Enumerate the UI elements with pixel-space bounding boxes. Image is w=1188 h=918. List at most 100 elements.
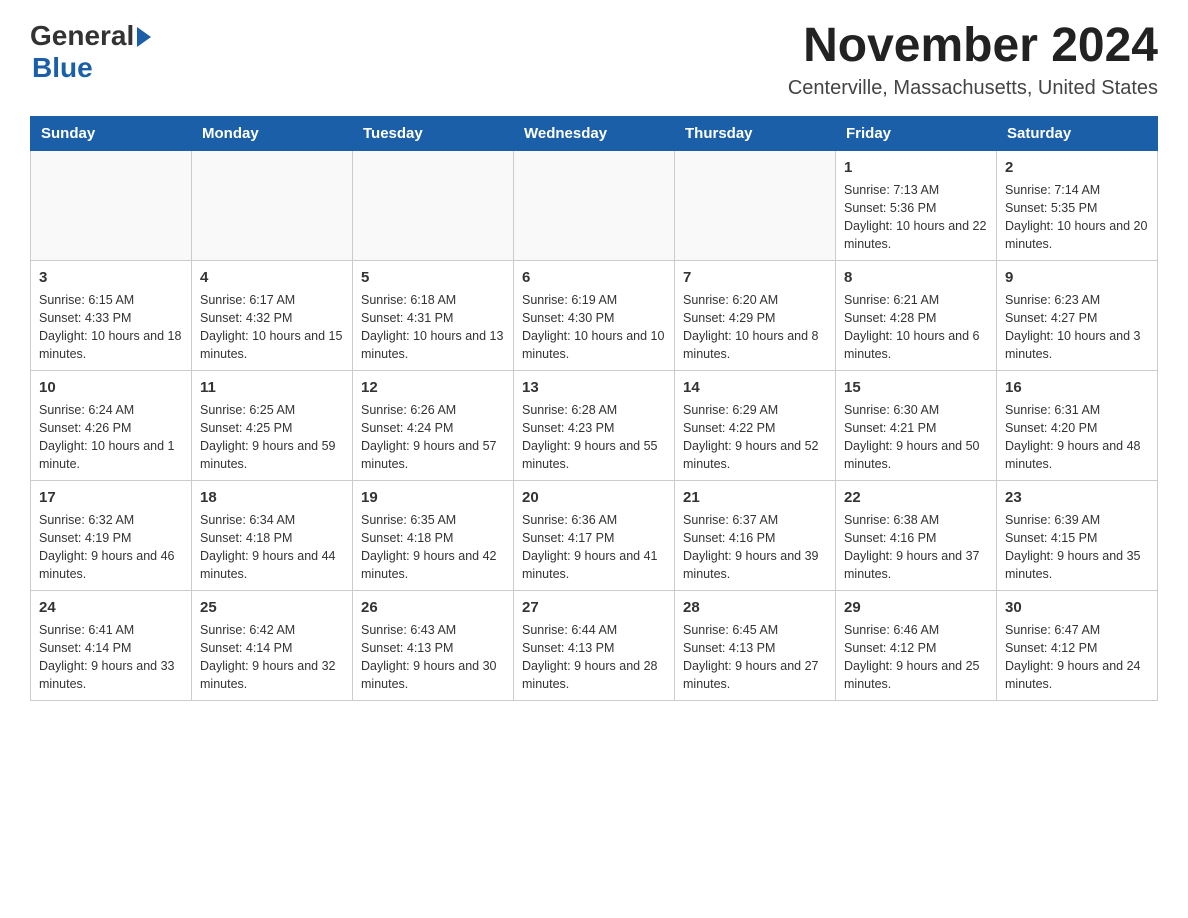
day-info: Sunrise: 7:13 AM Sunset: 5:36 PM Dayligh… [844, 181, 988, 254]
week-row-3: 17Sunrise: 6:32 AM Sunset: 4:19 PM Dayli… [31, 480, 1158, 590]
day-info: Sunrise: 6:25 AM Sunset: 4:25 PM Dayligh… [200, 401, 344, 474]
calendar-cell [31, 150, 192, 260]
calendar-cell: 21 Sunrise: 6:37 AM Sunset: 4:16 PM Dayli… [675, 480, 836, 590]
day-info: Sunrise: 6:38 AM Sunset: 4:16 PM Dayligh… [844, 511, 988, 584]
calendar-subtitle: Centerville, Massachusetts, United State… [788, 77, 1158, 100]
week-row-2: 10 Sunrise: 6:24 AM Sunset: 4:26 PM Dayli… [31, 370, 1158, 480]
calendar-cell: 25 Sunrise: 6:42 AM Sunset: 4:14 PM Dayli… [192, 590, 353, 700]
logo-blue: Blue [32, 52, 93, 84]
weekday-header-row: Sunday Monday Tuesday Wednesday Thursday… [31, 116, 1158, 150]
day-info: Sunrise: 6:42 AM Sunset: 4:14 PM Dayligh… [200, 621, 344, 694]
week-row-4: 24 Sunrise: 6:41 AM Sunset: 4:14 PM Dayli… [31, 590, 1158, 700]
day-info: Sunrise: 6:47 AM Sunset: 4:12 PM Dayligh… [1005, 621, 1149, 694]
day-number: 15 [844, 377, 988, 398]
day-number: 25 [200, 597, 344, 618]
day-info: Sunrise: 6:18 AM Sunset: 4:31 PM Dayligh… [361, 291, 505, 364]
calendar-cell: 17Sunrise: 6:32 AM Sunset: 4:19 PM Dayli… [31, 480, 192, 590]
calendar-cell [514, 150, 675, 260]
day-info: Sunrise: 6:21 AM Sunset: 4:28 PM Dayligh… [844, 291, 988, 364]
day-number: 28 [683, 597, 827, 618]
calendar-cell: 28 Sunrise: 6:45 AM Sunset: 4:13 PM Dayli… [675, 590, 836, 700]
day-number: 4 [200, 267, 344, 288]
day-number: 3 [39, 267, 183, 288]
day-number: 19 [361, 487, 505, 508]
calendar-cell: 14 Sunrise: 6:29 AM Sunset: 4:22 PM Dayli… [675, 370, 836, 480]
day-info: Sunrise: 6:15 AM Sunset: 4:33 PM Dayligh… [39, 291, 183, 364]
day-number: 11 [200, 377, 344, 398]
day-number: 27 [522, 597, 666, 618]
calendar-cell: 24 Sunrise: 6:41 AM Sunset: 4:14 PM Dayli… [31, 590, 192, 700]
day-info: Sunrise: 6:20 AM Sunset: 4:29 PM Dayligh… [683, 291, 827, 364]
calendar-cell: 30 Sunrise: 6:47 AM Sunset: 4:12 PM Dayli… [997, 590, 1158, 700]
day-info: Sunrise: 6:26 AM Sunset: 4:24 PM Dayligh… [361, 401, 505, 474]
calendar-cell: 4 Sunrise: 6:17 AM Sunset: 4:32 PM Daylig… [192, 260, 353, 370]
calendar-cell: 23 Sunrise: 6:39 AM Sunset: 4:15 PM Dayli… [997, 480, 1158, 590]
calendar-title: November 2024 [788, 20, 1158, 73]
calendar-cell: 1 Sunrise: 7:13 AM Sunset: 5:36 PM Daylig… [836, 150, 997, 260]
logo: General Blue [30, 20, 151, 84]
day-number: 18 [200, 487, 344, 508]
calendar-cell: 27Sunrise: 6:44 AM Sunset: 4:13 PM Dayli… [514, 590, 675, 700]
calendar-cell [675, 150, 836, 260]
day-info: Sunrise: 6:34 AM Sunset: 4:18 PM Dayligh… [200, 511, 344, 584]
day-info: Sunrise: 6:37 AM Sunset: 4:16 PM Dayligh… [683, 511, 827, 584]
day-number: 16 [1005, 377, 1149, 398]
header-wednesday: Wednesday [514, 116, 675, 150]
header-thursday: Thursday [675, 116, 836, 150]
logo-general: General [30, 20, 134, 52]
day-info: Sunrise: 6:46 AM Sunset: 4:12 PM Dayligh… [844, 621, 988, 694]
day-number: 22 [844, 487, 988, 508]
day-number: 7 [683, 267, 827, 288]
calendar-cell: 9 Sunrise: 6:23 AM Sunset: 4:27 PM Daylig… [997, 260, 1158, 370]
day-number: 1 [844, 157, 988, 178]
calendar-cell: 12Sunrise: 6:26 AM Sunset: 4:24 PM Dayli… [353, 370, 514, 480]
day-info: Sunrise: 6:31 AM Sunset: 4:20 PM Dayligh… [1005, 401, 1149, 474]
header-sunday: Sunday [31, 116, 192, 150]
calendar-cell: 10 Sunrise: 6:24 AM Sunset: 4:26 PM Dayli… [31, 370, 192, 480]
calendar-cell: 20Sunrise: 6:36 AM Sunset: 4:17 PM Dayli… [514, 480, 675, 590]
calendar-cell: 11 Sunrise: 6:25 AM Sunset: 4:25 PM Dayli… [192, 370, 353, 480]
calendar-cell: 29Sunrise: 6:46 AM Sunset: 4:12 PM Dayli… [836, 590, 997, 700]
calendar-cell: 26Sunrise: 6:43 AM Sunset: 4:13 PM Dayli… [353, 590, 514, 700]
calendar-cell: 2Sunrise: 7:14 AM Sunset: 5:35 PM Daylig… [997, 150, 1158, 260]
header-saturday: Saturday [997, 116, 1158, 150]
day-info: Sunrise: 6:17 AM Sunset: 4:32 PM Dayligh… [200, 291, 344, 364]
calendar-cell: 13 Sunrise: 6:28 AM Sunset: 4:23 PM Dayli… [514, 370, 675, 480]
day-number: 14 [683, 377, 827, 398]
header-friday: Friday [836, 116, 997, 150]
calendar-cell: 5 Sunrise: 6:18 AM Sunset: 4:31 PM Daylig… [353, 260, 514, 370]
calendar-table: Sunday Monday Tuesday Wednesday Thursday… [30, 116, 1158, 701]
calendar-cell: 15Sunrise: 6:30 AM Sunset: 4:21 PM Dayli… [836, 370, 997, 480]
day-number: 13 [522, 377, 666, 398]
calendar-cell: 3 Sunrise: 6:15 AM Sunset: 4:33 PM Daylig… [31, 260, 192, 370]
day-info: Sunrise: 6:32 AM Sunset: 4:19 PM Dayligh… [39, 511, 183, 584]
day-number: 20 [522, 487, 666, 508]
day-info: Sunrise: 6:35 AM Sunset: 4:18 PM Dayligh… [361, 511, 505, 584]
day-number: 10 [39, 377, 183, 398]
day-info: Sunrise: 7:14 AM Sunset: 5:35 PM Dayligh… [1005, 181, 1149, 254]
calendar-cell: 18 Sunrise: 6:34 AM Sunset: 4:18 PM Dayli… [192, 480, 353, 590]
day-number: 9 [1005, 267, 1149, 288]
day-info: Sunrise: 6:19 AM Sunset: 4:30 PM Dayligh… [522, 291, 666, 364]
day-number: 30 [1005, 597, 1149, 618]
day-number: 24 [39, 597, 183, 618]
calendar-cell: 19 Sunrise: 6:35 AM Sunset: 4:18 PM Dayli… [353, 480, 514, 590]
day-info: Sunrise: 6:39 AM Sunset: 4:15 PM Dayligh… [1005, 511, 1149, 584]
day-info: Sunrise: 6:24 AM Sunset: 4:26 PM Dayligh… [39, 401, 183, 474]
day-info: Sunrise: 6:29 AM Sunset: 4:22 PM Dayligh… [683, 401, 827, 474]
day-info: Sunrise: 6:23 AM Sunset: 4:27 PM Dayligh… [1005, 291, 1149, 364]
day-number: 23 [1005, 487, 1149, 508]
calendar-cell: 22 Sunrise: 6:38 AM Sunset: 4:16 PM Dayli… [836, 480, 997, 590]
day-number: 5 [361, 267, 505, 288]
week-row-1: 3 Sunrise: 6:15 AM Sunset: 4:33 PM Daylig… [31, 260, 1158, 370]
calendar-cell: 6Sunrise: 6:19 AM Sunset: 4:30 PM Daylig… [514, 260, 675, 370]
calendar-cell: 16 Sunrise: 6:31 AM Sunset: 4:20 PM Dayli… [997, 370, 1158, 480]
day-number: 21 [683, 487, 827, 508]
calendar-cell [353, 150, 514, 260]
day-info: Sunrise: 6:28 AM Sunset: 4:23 PM Dayligh… [522, 401, 666, 474]
week-row-0: 1 Sunrise: 7:13 AM Sunset: 5:36 PM Daylig… [31, 150, 1158, 260]
header-tuesday: Tuesday [353, 116, 514, 150]
day-info: Sunrise: 6:45 AM Sunset: 4:13 PM Dayligh… [683, 621, 827, 694]
title-area: November 2024 Centerville, Massachusetts… [788, 20, 1158, 100]
day-info: Sunrise: 6:41 AM Sunset: 4:14 PM Dayligh… [39, 621, 183, 694]
